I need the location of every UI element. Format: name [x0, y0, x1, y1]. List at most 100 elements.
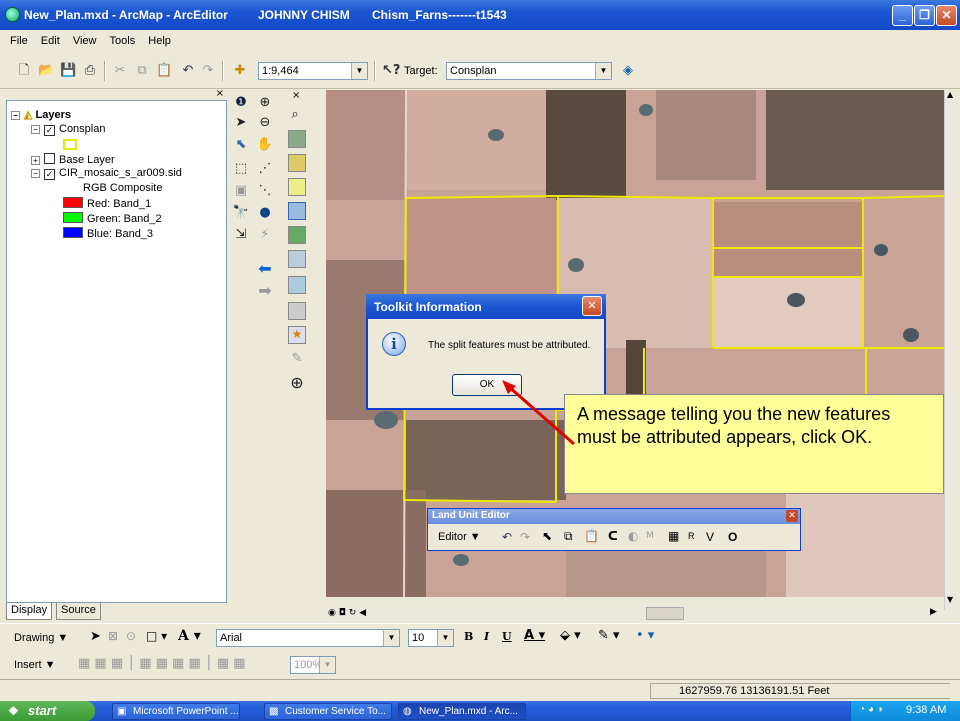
font-combo[interactable]: Arial ▼ — [216, 629, 400, 647]
editor-toolbar-icon[interactable]: ◈ — [620, 63, 636, 79]
data-view-icon[interactable]: ◉ ◘ ↻ ◀ — [328, 608, 366, 618]
paste-icon[interactable]: 📋 — [584, 529, 599, 543]
tray-icons[interactable]: ◔ ◕ ◑ — [859, 704, 883, 715]
layer-checkbox[interactable] — [44, 153, 55, 164]
search-icon[interactable]: ⌕ — [286, 106, 304, 124]
vertical-scrollbar[interactable]: ▲ ▼ — [944, 90, 960, 610]
chevron-down-icon[interactable]: ▼ — [595, 63, 611, 79]
restore-button[interactable]: ❐ — [914, 5, 935, 26]
crosshair-icon[interactable]: ⊕ — [288, 374, 306, 392]
measure-tool-icon[interactable] — [288, 276, 306, 294]
chart-tool-icon[interactable] — [288, 250, 306, 268]
collapse-icon[interactable]: − — [11, 111, 20, 120]
close-button[interactable]: ✕ — [936, 5, 957, 26]
o-button[interactable]: O — [728, 530, 737, 544]
pencil-icon[interactable]: ✎ — [288, 350, 306, 368]
target-combo[interactable]: Consplan ▼ — [446, 62, 612, 80]
taskbar-powerpoint[interactable]: ▣ Microsoft PowerPoint ... — [112, 703, 240, 720]
redo-icon[interactable]: ↷ — [520, 530, 530, 544]
fill-color-icon[interactable]: ⬙ ▾ — [560, 628, 581, 643]
whats-this-icon[interactable]: ↖? — [382, 63, 400, 79]
zoom-whole-page-icon[interactable]: ⊙ — [126, 629, 136, 643]
toc-item-cir-mosaic[interactable]: − ✓ CIR_mosaic_s_ar009.sid — [31, 167, 182, 180]
menu-edit[interactable]: Edit — [41, 35, 60, 47]
clear-selection-icon[interactable]: ▣ — [232, 182, 250, 200]
dialog-close-button[interactable]: ✕ — [582, 296, 602, 316]
cut-icon[interactable]: ✂ — [112, 63, 128, 79]
font-color-icon[interactable]: A ▾ — [524, 628, 545, 643]
v-button[interactable]: V — [706, 530, 714, 544]
redo-icon[interactable]: ↷ — [200, 63, 216, 79]
drawing-menu-button[interactable]: Drawing ▼ — [14, 632, 68, 644]
menu-file[interactable]: File — [10, 35, 28, 47]
zoom-combo[interactable]: 100% ▼ — [290, 656, 336, 674]
scroll-up-icon[interactable]: ▲ — [947, 90, 953, 99]
field-tool-icon[interactable] — [288, 178, 306, 196]
zoom-in-icon[interactable]: ⊕ — [256, 94, 274, 112]
toc-layers-root[interactable]: − ◭ Layers — [11, 108, 71, 121]
window-tool-icon[interactable] — [288, 202, 306, 220]
pan-icon[interactable]: ✋ — [256, 136, 274, 154]
lue-close-icon[interactable]: ✕ — [786, 510, 798, 522]
toc-item-consplan[interactable]: − ✓ Consplan — [31, 123, 105, 136]
land-unit-tool-icon[interactable] — [288, 154, 306, 172]
collapse-icon[interactable]: − — [31, 169, 40, 178]
collapse-icon[interactable]: − — [31, 125, 40, 134]
select-arrow-icon[interactable]: ➤ — [232, 114, 250, 132]
layer-checkbox[interactable]: ✓ — [44, 125, 55, 136]
zoom-out-icon[interactable]: ⊖ — [256, 114, 274, 132]
italic-icon[interactable]: I — [484, 630, 489, 643]
toc-item-base-layer[interactable]: + Base Layer — [31, 153, 115, 166]
taskbar-arcmap[interactable]: ◍ New_Plan.mxd - Arc... — [398, 703, 526, 720]
start-button[interactable]: ❖ start — [0, 701, 95, 721]
expand-icon[interactable]: + — [31, 156, 40, 165]
layer-checkbox[interactable]: ✓ — [44, 169, 55, 180]
back-arrow-icon[interactable]: ⬅ — [256, 260, 274, 278]
taskbar-customer-service[interactable]: ▩ Customer Service To... — [264, 703, 392, 720]
fixed-zoom-out-icon[interactable]: ⋱ — [256, 182, 274, 200]
grid-tool-icon[interactable] — [288, 302, 306, 320]
menu-tools[interactable]: Tools — [110, 35, 136, 47]
paste-icon[interactable]: 📋 — [156, 63, 172, 79]
new-doc-icon[interactable]: 🗋 — [16, 63, 32, 79]
chevron-down-icon[interactable]: ▼ — [383, 630, 399, 646]
undo-icon[interactable]: ↶ — [502, 530, 512, 544]
r-button[interactable]: R — [688, 531, 695, 541]
tab-source[interactable]: Source — [56, 603, 101, 620]
minimize-button[interactable]: _ — [892, 5, 913, 26]
scroll-down-icon[interactable]: ▼ — [947, 595, 953, 604]
fixed-zoom-in-icon[interactable]: ⋰ — [256, 160, 274, 178]
identify-icon[interactable]: ❶ — [232, 94, 250, 112]
menu-help[interactable]: Help — [148, 35, 171, 47]
new-text-icon[interactable]: A ▾ — [178, 628, 201, 644]
horizontal-scrollbar[interactable]: ◉ ◘ ↻ ◀ ▶ — [326, 606, 944, 622]
add-data-icon[interactable]: ✚ — [232, 63, 248, 79]
full-extent-icon[interactable]: ● — [256, 204, 274, 222]
rotate-icon[interactable]: ⊠ — [108, 629, 118, 643]
hyperlink-icon[interactable]: ⚡ — [256, 226, 274, 244]
select-features-icon[interactable]: ⬉ — [542, 529, 552, 543]
copy-icon[interactable]: ⧉ — [564, 529, 573, 544]
scroll-thumb[interactable] — [646, 607, 684, 620]
tools2-close-icon[interactable]: × — [292, 90, 300, 101]
bold-icon[interactable]: B — [464, 630, 473, 643]
scroll-right-icon[interactable]: ▶ — [930, 607, 937, 617]
tab-display[interactable]: Display — [6, 603, 53, 620]
select-elements-icon[interactable]: ➤ — [90, 629, 101, 644]
chevron-down-icon[interactable]: ▼ — [351, 63, 367, 79]
merge-icon[interactable]: ◐ — [628, 529, 638, 543]
layout-icons[interactable]: ▦ ▦ ▦ │ ▦ ▦ ▦ ▦ │ ▦ ▦ — [78, 656, 246, 671]
marker-color-icon[interactable]: • ▾ — [636, 628, 654, 643]
insert-menu-button[interactable]: Insert ▼ — [14, 659, 55, 671]
find-icon[interactable]: 🔭 — [232, 204, 250, 222]
select-elements-icon[interactable]: ⬚ — [232, 160, 250, 178]
forward-arrow-icon[interactable]: ➡ — [256, 282, 274, 300]
editor-menu-button[interactable]: Editor ▼ — [438, 531, 481, 543]
line-color-icon[interactable]: ✎ ▾ — [598, 628, 620, 643]
chevron-down-icon[interactable]: ▼ — [319, 657, 335, 673]
map-tool-icon[interactable] — [288, 226, 306, 244]
rectangle-icon[interactable]: □ ▾ — [146, 629, 167, 643]
save-icon[interactable]: 💾 — [60, 63, 76, 79]
conservation-tool-icon[interactable] — [288, 130, 306, 148]
underline-icon[interactable]: U — [502, 630, 512, 643]
